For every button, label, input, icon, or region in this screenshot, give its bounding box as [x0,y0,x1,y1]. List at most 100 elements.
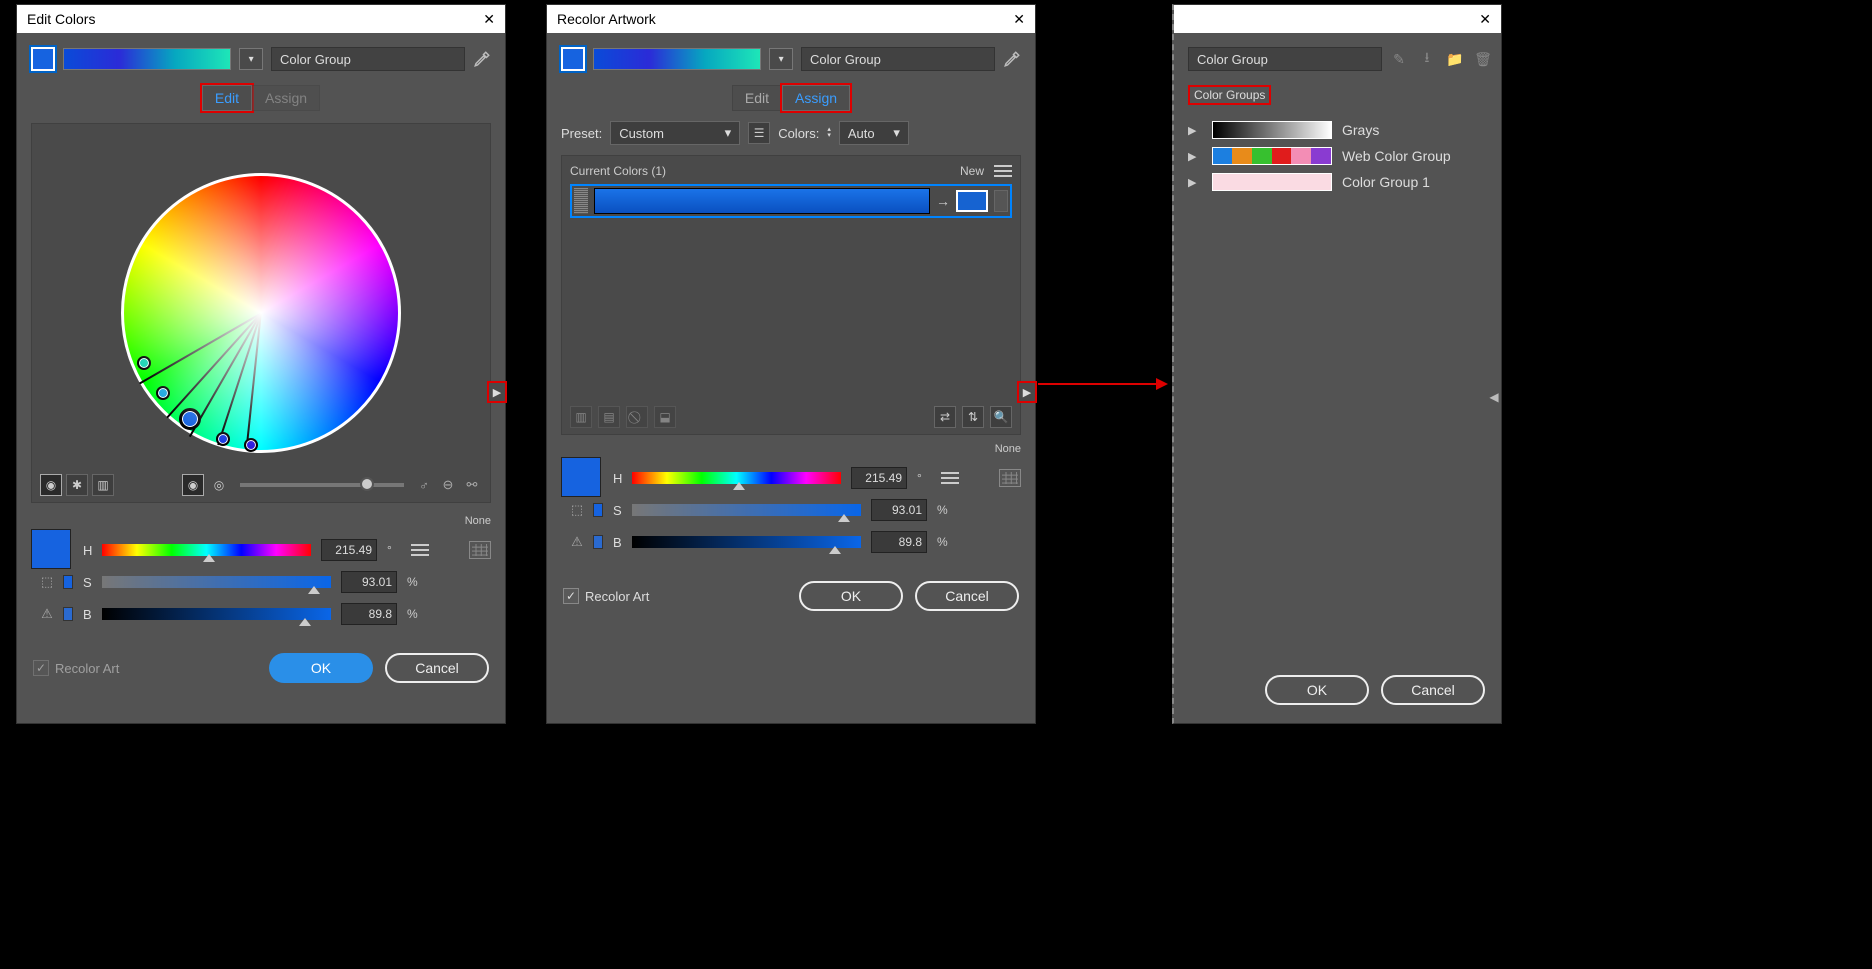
edit-colors-dialog: Edit Colors ✕ ▾ Edit Assign ◉ ✱ [16,4,506,724]
bri-slider[interactable] [102,608,331,620]
bri-value[interactable] [871,531,927,553]
merge-colors-icon[interactable]: ▥ [570,406,592,428]
color-assignment-table: Current Colors (1) New → ▥ ▤ ⃠ ⬓ [561,155,1021,435]
assign-arrow-icon: → [936,193,950,209]
hsb-swatch[interactable] [31,529,71,569]
drag-handle-icon[interactable] [574,188,588,214]
sat-value[interactable] [871,499,927,521]
out-of-web-swatch[interactable] [63,575,73,589]
target-color-swatch[interactable] [956,190,988,212]
color-group-strip[interactable] [593,48,761,70]
chevron-right-icon[interactable]: ▶ [1188,124,1202,137]
source-color-bar[interactable] [594,188,930,214]
group-label: Color Group 1 [1342,174,1430,190]
chevron-right-icon[interactable]: ▶ [1188,176,1202,189]
out-of-gamut-swatch[interactable] [63,607,73,621]
new-row-icon[interactable]: ⬓ [654,406,676,428]
remove-color-icon[interactable]: ⊖ [438,475,458,495]
s-label: S [83,575,92,590]
table-menu-icon[interactable] [994,165,1012,177]
chevron-right-icon[interactable]: ▶ [1188,150,1202,163]
find-in-wheel-icon[interactable]: 🔍 [990,406,1012,428]
expand-panel-icon[interactable]: ▶ [487,381,507,403]
randomize-satbri-icon[interactable]: ⇅ [962,406,984,428]
limit-library-icon[interactable] [469,541,491,559]
active-color-swatch[interactable] [31,47,55,71]
close-icon[interactable]: ✕ [1013,11,1025,28]
hue-value[interactable] [851,467,907,489]
eyedropper-icon[interactable] [1003,50,1021,68]
ok-button[interactable]: OK [1265,675,1369,705]
color-group-item[interactable]: ▶ Web Color Group [1188,147,1487,165]
cancel-button[interactable]: Cancel [385,653,489,683]
color-group-item[interactable]: ▶ Color Group 1 [1188,173,1487,191]
s-label: S [613,503,622,518]
colors-stepper[interactable]: ▴▾ [827,127,831,139]
bri-slider[interactable] [632,536,861,548]
color-group-name-input[interactable] [271,47,465,71]
colors-value: Auto [848,126,875,141]
link-harmony-icon[interactable]: ⚯ [462,475,482,495]
wheel-segment-icon[interactable]: ✱ [66,474,88,496]
current-colors-label: Current Colors (1) [570,164,666,178]
colors-select[interactable]: Auto▾ [839,121,909,145]
tab-edit[interactable]: Edit [732,85,782,111]
hue-slider[interactable] [102,544,311,556]
save-group-icon[interactable]: ⭳ [1418,50,1436,68]
color-group-name-input[interactable] [801,47,995,71]
tab-assign[interactable]: Assign [782,85,850,111]
color-group-strip[interactable] [63,48,231,70]
color-wheel[interactable] [121,173,401,453]
delete-group-icon[interactable]: 🗑 [1474,50,1492,68]
color-assignment-row[interactable]: → [570,184,1012,218]
collapse-panel-icon[interactable]: ◀ [1487,387,1501,407]
sat-slider[interactable] [632,504,861,516]
separate-colors-icon[interactable]: ▤ [598,406,620,428]
saturation-mode-icon[interactable]: ◎ [208,474,230,496]
b-label: B [613,535,622,550]
close-icon[interactable]: ✕ [483,11,495,28]
row-options-icon[interactable] [994,190,1008,212]
hue-slider[interactable] [632,472,841,484]
recolor-art-checkbox: ✓ [33,660,49,676]
window-title: Edit Colors [27,11,95,27]
out-of-gamut-swatch[interactable] [593,535,603,549]
ok-button[interactable]: OK [799,581,903,611]
randomize-order-icon[interactable]: ⇄ [934,406,956,428]
exclude-color-icon[interactable]: ⃠ [626,406,648,428]
color-mode-menu-icon[interactable] [411,544,429,556]
color-group-item[interactable]: ▶ Grays [1188,121,1487,139]
group-dropdown[interactable]: ▾ [769,48,793,70]
color-mode-menu-icon[interactable] [941,472,959,484]
close-icon[interactable]: ✕ [1479,11,1491,28]
wheel-smooth-icon[interactable]: ◉ [40,474,62,496]
cancel-button[interactable]: Cancel [915,581,1019,611]
hsb-swatch[interactable] [561,457,601,497]
active-color-swatch[interactable] [561,47,585,71]
bri-value[interactable] [341,603,397,625]
preset-select[interactable]: Custom▾ [610,121,740,145]
edit-group-icon[interactable]: ✎ [1390,50,1408,68]
tab-assign[interactable]: Assign [252,85,320,111]
expand-panel-icon[interactable]: ▶ [1017,381,1037,403]
preset-options-icon[interactable]: ☰ [748,122,770,144]
eyedropper-icon[interactable] [473,50,491,68]
tab-edit[interactable]: Edit [202,85,252,111]
out-of-web-swatch[interactable] [593,503,603,517]
recolor-art-label: Recolor Art [585,589,649,604]
group-dropdown[interactable]: ▾ [239,48,263,70]
ok-button[interactable]: OK [269,653,373,683]
new-folder-icon[interactable]: 📁 [1446,50,1464,68]
cancel-button[interactable]: Cancel [1381,675,1485,705]
sat-value[interactable] [341,571,397,593]
brightness-slider[interactable] [240,483,404,487]
brightness-mode-icon[interactable]: ◉ [182,474,204,496]
limit-library-icon[interactable] [999,469,1021,487]
wheel-bars-icon[interactable]: ▥ [92,474,114,496]
sat-slider[interactable] [102,576,331,588]
recolor-art-checkbox[interactable]: ✓ [563,588,579,604]
bri-unit: % [407,607,421,621]
add-color-icon[interactable]: ♂ [414,475,434,495]
color-group-name-input[interactable] [1188,47,1382,71]
hue-value[interactable] [321,539,377,561]
